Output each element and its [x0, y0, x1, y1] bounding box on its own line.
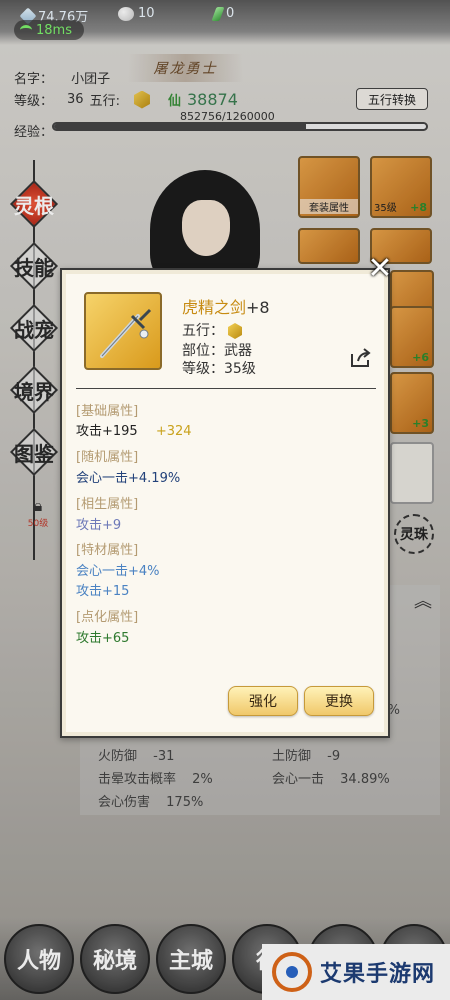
section-title-special: [特材属性]: [76, 543, 139, 558]
enhance-button[interactable]: 强化: [228, 686, 298, 716]
item-detail-modal: 虎精之剑+8 五行： 部位：武器 等级：35级 [基础属性] 攻击+195 +3…: [60, 268, 390, 738]
special-attr-line: 会心一击+4%: [76, 564, 160, 579]
item-icon-frame: [84, 292, 162, 370]
divider: [76, 388, 376, 389]
item-title: 虎精之剑+8: [182, 294, 270, 318]
close-icon[interactable]: ✕: [366, 251, 394, 286]
item-level-label: 等级：: [182, 361, 224, 377]
section-title-refine: [点化属性]: [76, 610, 139, 625]
item-level: 35级: [224, 361, 256, 377]
item-part-label: 部位：: [182, 343, 224, 359]
item-enhance-level: +8: [246, 298, 270, 317]
share-icon[interactable]: [350, 348, 372, 368]
item-wuxing-label: 五行：: [182, 323, 224, 339]
item-name: 虎精之剑: [182, 298, 247, 317]
replace-button[interactable]: 更换: [304, 686, 374, 716]
phase-attr-line: 攻击+9: [76, 518, 122, 533]
special-attr-line: 攻击+15: [76, 584, 130, 599]
sword-icon: [100, 308, 152, 358]
item-part-row: 部位：武器: [182, 340, 252, 360]
section-title-basic: [基础属性]: [76, 404, 139, 419]
attr-bonus: +324: [155, 424, 192, 439]
item-level-row: 等级：35级: [182, 358, 256, 378]
section-title-phase: [相生属性]: [76, 497, 139, 512]
refine-attr-line: 攻击+65: [76, 631, 130, 646]
attr-text: 攻击+195: [76, 424, 138, 439]
item-wuxing-row: 五行：: [182, 320, 242, 340]
wuxing-gem-icon: [228, 323, 242, 339]
section-title-random: [随机属性]: [76, 450, 139, 465]
basic-attr-line: 攻击+195 +324: [76, 420, 192, 439]
random-attr-line: 会心一击+4.19%: [76, 471, 181, 486]
item-part: 武器: [224, 343, 252, 359]
